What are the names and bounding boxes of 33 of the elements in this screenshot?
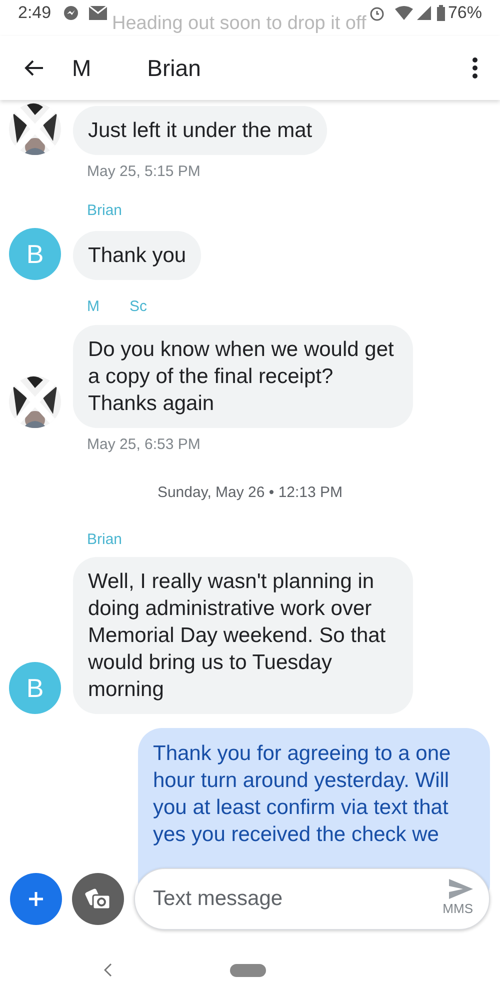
status-time: 2:49 — [18, 2, 52, 24]
battery-icon — [436, 5, 445, 21]
message-timestamp: May 25, 6:53 PM — [86, 434, 202, 454]
faded-message: Heading out soon to drop it off — [112, 13, 366, 35]
add-button[interactable] — [10, 873, 62, 925]
wifi-icon — [394, 6, 413, 20]
gallery-button[interactable] — [72, 873, 124, 925]
sender-name: Brian — [87, 530, 122, 550]
send-icon[interactable] — [449, 879, 473, 900]
message-bubble: Thank you — [73, 231, 202, 280]
contact-avatar: B — [9, 662, 61, 714]
alarm-icon — [368, 5, 385, 21]
message-bubble: Just left it under the mat — [73, 106, 328, 155]
plus-icon — [28, 891, 44, 907]
sender-name: M — [87, 297, 100, 317]
message-bubble: Do you know when we would get a copy of the final receipt? Thanks again — [73, 324, 413, 428]
signal-icon — [416, 6, 431, 20]
contact-avatar: B — [9, 228, 61, 280]
camera-icon — [85, 887, 111, 911]
more-options-icon[interactable] — [472, 57, 478, 79]
chat-bubble-icon — [63, 5, 80, 21]
message-timestamp: May 25, 5:15 PM — [86, 162, 202, 182]
sender-name: Sc — [130, 297, 148, 317]
back-nav-icon[interactable] — [104, 963, 112, 977]
conversation-title: M — [72, 54, 92, 83]
home-pill[interactable] — [230, 964, 266, 976]
sender-name: Brian — [87, 200, 122, 220]
message-bubble: Well, I really wasn't planning in doing administrative work over Memorial Day weekend. So that would bring us to Tuesday morning — [73, 557, 413, 714]
mail-icon — [89, 6, 108, 20]
message-field[interactable]: Text message MMS — [134, 868, 490, 930]
conversation-title: Brian — [147, 54, 201, 83]
date-divider: Sunday, May 26 • 12:13 PM — [157, 483, 343, 503]
battery-percent: 76% — [448, 2, 482, 24]
